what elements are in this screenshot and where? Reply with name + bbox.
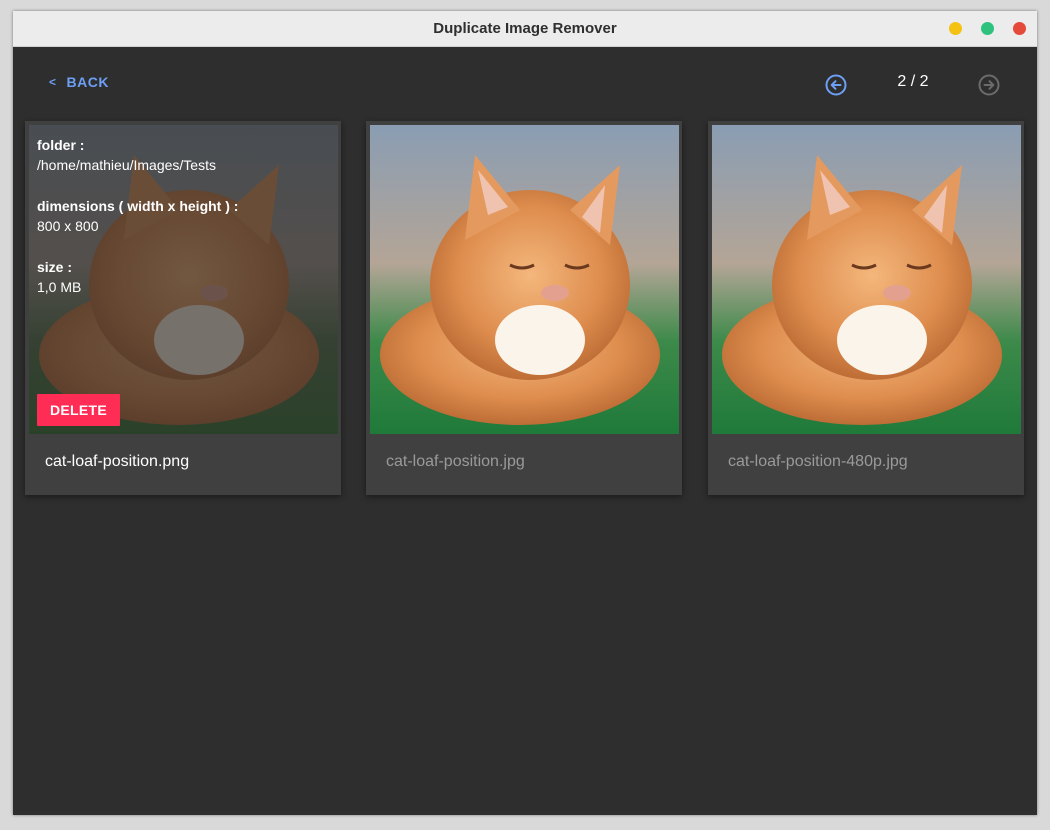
size-value: 1,0 MB <box>37 279 82 295</box>
size-label: size : <box>37 259 73 275</box>
window-title: Duplicate Image Remover <box>433 20 617 37</box>
next-page-button[interactable] <box>978 74 1000 96</box>
image-filename: cat-loaf-position-480p.jpg <box>728 453 908 470</box>
dimensions-label: dimensions ( width x height ) : <box>37 198 239 214</box>
image-card[interactable]: folder : /home/mathieu/Images/Tests dime… <box>25 121 341 495</box>
page-indicator: 2 / 2 <box>897 73 929 90</box>
delete-button[interactable]: DELETE <box>37 394 120 426</box>
image-thumbnail[interactable] <box>370 125 679 434</box>
chevron-left-icon: < <box>49 75 57 89</box>
image-filename: cat-loaf-position.jpg <box>386 453 525 470</box>
title-bar[interactable]: Duplicate Image Remover <box>13 11 1037 47</box>
folder-value: /home/mathieu/Images/Tests <box>37 157 216 173</box>
back-label: BACK <box>66 74 109 90</box>
app-window: Duplicate Image Remover < BACK 2 / 2 fol… <box>13 11 1037 815</box>
arrow-left-circle-icon <box>825 74 847 96</box>
dimensions-value: 800 x 800 <box>37 218 99 234</box>
previous-page-button[interactable] <box>825 74 847 96</box>
image-filename: cat-loaf-position.png <box>45 453 190 470</box>
arrow-right-circle-icon <box>978 74 1000 96</box>
back-button[interactable]: < BACK <box>49 73 109 91</box>
maximize-button[interactable] <box>981 22 994 35</box>
close-button[interactable] <box>1013 22 1026 35</box>
image-thumbnail[interactable]: folder : /home/mathieu/Images/Tests dime… <box>29 125 338 434</box>
minimize-button[interactable] <box>949 22 962 35</box>
image-card[interactable]: cat-loaf-position-480p.jpg <box>708 121 1024 495</box>
image-info: folder : /home/mathieu/Images/Tests dime… <box>37 135 332 318</box>
cat-photo <box>370 125 679 434</box>
folder-label: folder : <box>37 137 85 153</box>
image-thumbnail[interactable] <box>712 125 1021 434</box>
cat-photo <box>712 125 1021 434</box>
image-card[interactable]: cat-loaf-position.jpg <box>366 121 682 495</box>
